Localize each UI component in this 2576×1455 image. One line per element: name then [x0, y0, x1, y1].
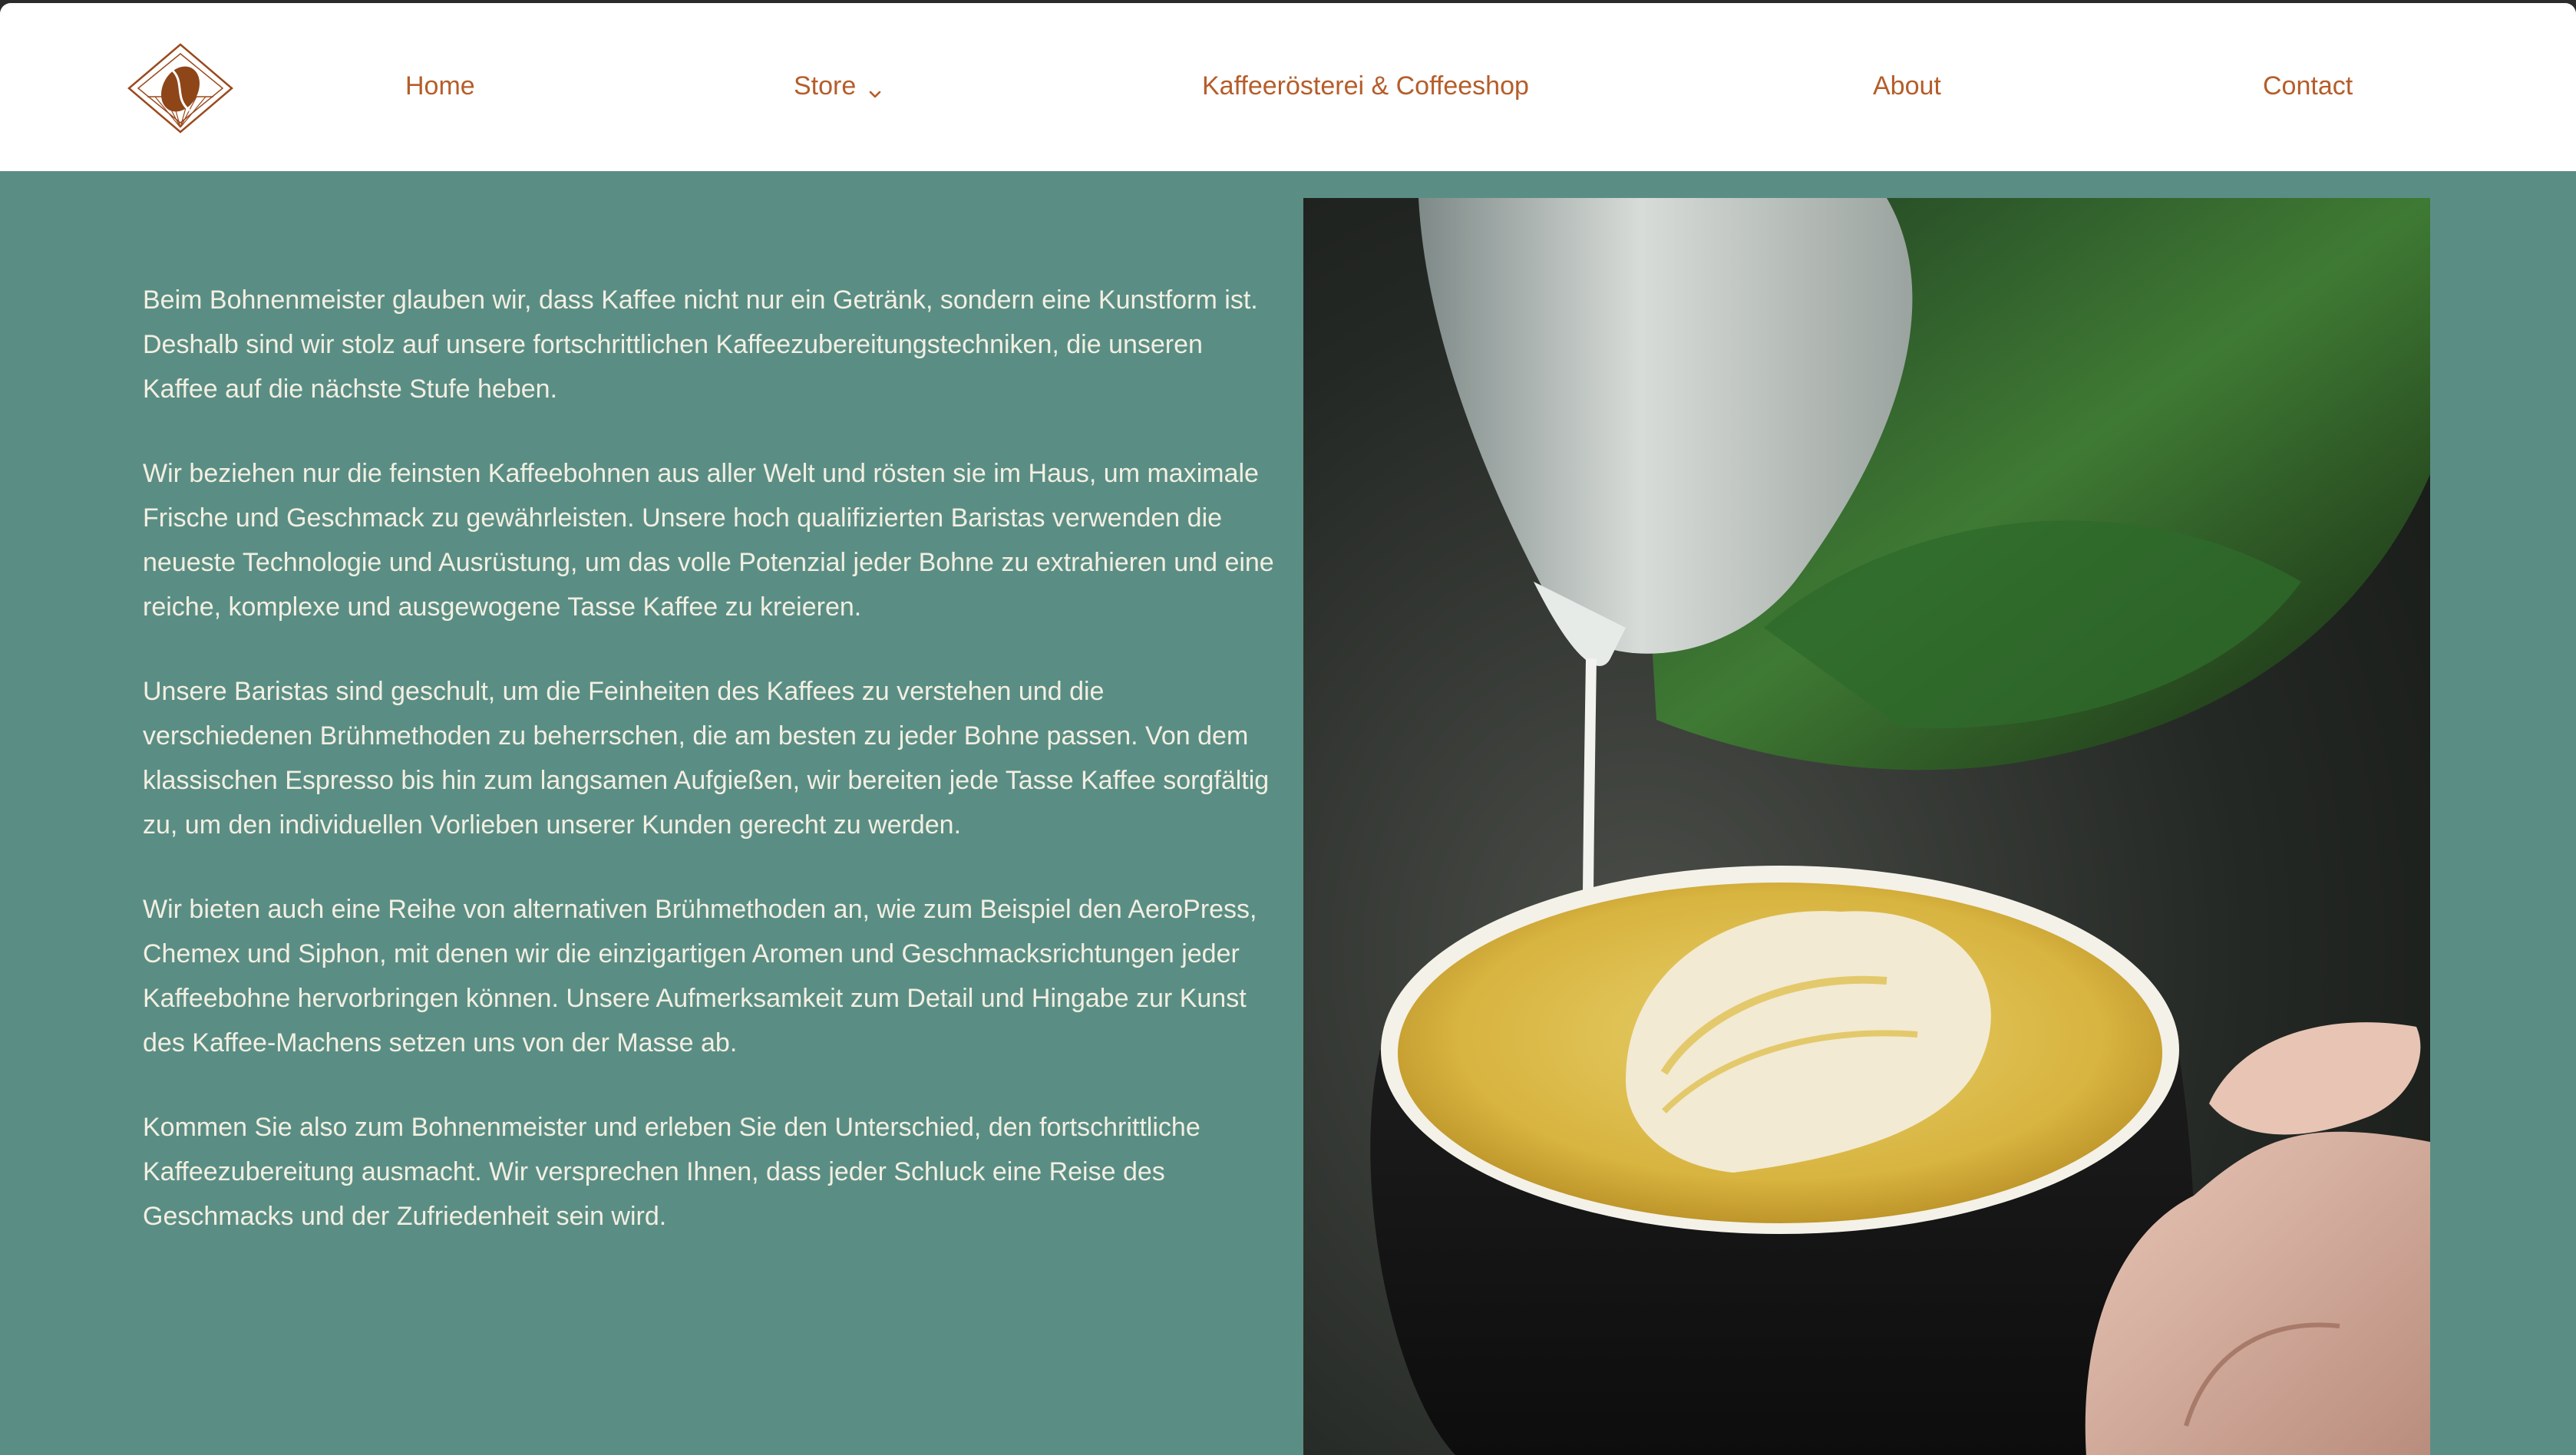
nav-roastery-link[interactable]: Kaffeerösterei & Coffeeshop	[1202, 69, 1529, 103]
paragraph-baristas: Unsere Baristas sind geschult, um die Fe…	[143, 677, 1270, 840]
nav-store-menu[interactable]: Store	[794, 69, 883, 103]
about-text-section: Beim Bohnenmeister glauben wir, dass Kaf…	[143, 278, 1279, 1278]
paragraph-intro: Beim Bohnenmeister glauben wir, dass Kaf…	[143, 285, 1258, 404]
latte-art-photo	[1303, 198, 2430, 1455]
paragraph-closing: Kommen Sie also zum Bohnenmeister und er…	[143, 1113, 1200, 1231]
paragraph-brew-methods: Wir bieten auch eine Reihe von alternati…	[143, 895, 1257, 1057]
nav-about-link[interactable]: About	[1873, 69, 1941, 103]
nav-contact-link[interactable]: Contact	[2263, 69, 2353, 103]
nav-store-label: Store	[794, 71, 857, 101]
chevron-down-icon	[867, 78, 883, 98]
nav-home-link[interactable]: Home	[405, 69, 475, 103]
coffee-bean-logo-icon[interactable]	[124, 41, 236, 135]
paragraph-sourcing: Wir beziehen nur die feinsten Kaffeebohn…	[143, 459, 1274, 622]
site-header: Home Store Kaffeerösterei & Coffeeshop A…	[0, 3, 2576, 171]
browser-viewport: Home Store Kaffeerösterei & Coffeeshop A…	[0, 3, 2576, 1455]
